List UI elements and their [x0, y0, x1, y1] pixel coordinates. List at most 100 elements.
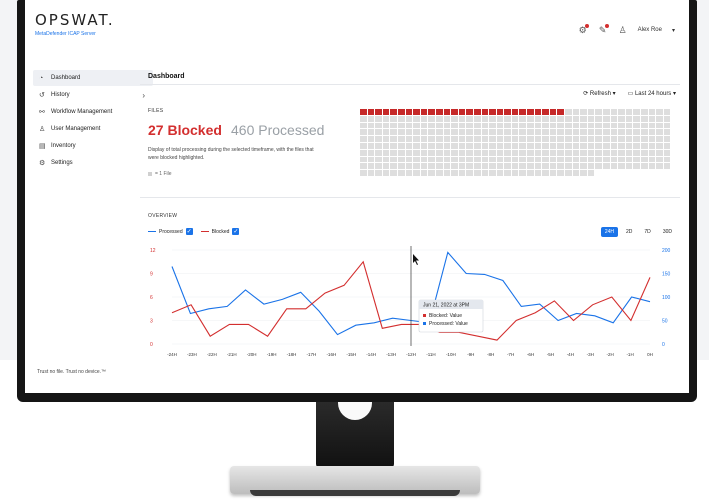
right-tick-label: 150: [662, 272, 671, 278]
x-tick-label: -18H: [287, 352, 297, 357]
file-cell: [565, 109, 572, 115]
file-cell: [496, 142, 504, 149]
file-cell: [420, 149, 428, 156]
file-cell: [420, 163, 428, 170]
notification-icon[interactable]: ⚙: [578, 24, 589, 35]
file-cell: [610, 156, 618, 163]
file-cell: [610, 136, 618, 142]
file-cell: [496, 129, 504, 136]
file-cell: [443, 115, 451, 122]
file-cell: [557, 122, 565, 129]
file-cell: [549, 156, 557, 163]
sidebar-item-inventory[interactable]: ▤ Inventory: [33, 138, 153, 154]
filter-2d-button[interactable]: 2D: [622, 227, 636, 237]
file-cell: [428, 149, 435, 156]
file-cell: [519, 149, 527, 156]
file-cell: [625, 142, 633, 149]
file-cell: [542, 142, 549, 149]
mouse-cursor-icon: [413, 254, 419, 265]
blocked-checkbox[interactable]: ✓: [232, 228, 240, 235]
file-cell: [504, 122, 511, 129]
file-cell: [519, 156, 527, 163]
file-cell: [420, 129, 428, 136]
file-cell: [519, 170, 527, 176]
file-cell: [565, 170, 572, 176]
filter-7d-button[interactable]: 7D: [640, 227, 654, 237]
file-cell: [504, 142, 511, 149]
file-cell: [390, 163, 397, 170]
sidebar-item-label: Inventory: [51, 143, 76, 149]
file-cell: [397, 170, 405, 176]
file-cell: [367, 122, 375, 129]
file-cell: [587, 122, 595, 129]
file-cell: [420, 170, 428, 176]
x-tick-label: 0H: [647, 352, 653, 357]
file-cell: [565, 136, 572, 142]
file-cell: [375, 163, 382, 170]
filter-30d-button[interactable]: 30D: [659, 227, 676, 237]
alert-icon[interactable]: ✎: [598, 24, 609, 35]
file-cell: [451, 163, 458, 170]
user-menu-caret[interactable]: ▾: [672, 27, 675, 34]
file-cell: [360, 115, 367, 122]
file-cell: [435, 115, 443, 122]
file-cell: [451, 149, 458, 156]
file-cell: [360, 163, 367, 170]
file-cell: [397, 142, 405, 149]
sidebar-item-history[interactable]: ↺ History ›: [33, 87, 153, 103]
sidebar-item-dashboard[interactable]: ◔ Dashboard: [33, 70, 153, 86]
file-cell: [656, 122, 663, 129]
file-cell: [451, 170, 458, 176]
tooltip-blocked-swatch: [423, 314, 426, 317]
file-cell: [633, 149, 640, 156]
file-cell: [625, 149, 633, 156]
file-cell: [603, 163, 610, 170]
file-cell: [375, 156, 382, 163]
file-cell: [496, 170, 504, 176]
blocked-file-cell: [519, 109, 527, 115]
file-cell: [473, 163, 481, 170]
file-cell: [443, 163, 451, 170]
file-cell: [496, 122, 504, 129]
filter-24h-button[interactable]: 24H: [600, 227, 618, 237]
file-cell: [663, 136, 671, 142]
file-cell: [603, 156, 610, 163]
file-cell: [565, 122, 572, 129]
left-tick-label: 6: [150, 295, 153, 301]
tooltip-date: Jun 21, 2022 at 3PM: [423, 303, 469, 309]
left-tick-label: 3: [150, 319, 153, 325]
file-cell: [428, 156, 435, 163]
file-cell: [382, 156, 390, 163]
sidebar-item-label: Dashboard: [51, 75, 81, 81]
user-name[interactable]: Alex Roe: [638, 27, 662, 33]
sidebar-item-users[interactable]: ♙ User Management: [33, 121, 153, 137]
sidebar-item-settings[interactable]: ⚙ Settings: [33, 155, 153, 171]
file-cell: [367, 163, 375, 170]
file-cell: [527, 156, 534, 163]
product-name[interactable]: MetaDefender ICAP Server: [35, 31, 96, 37]
file-cell: [618, 149, 625, 156]
file-cell: [428, 122, 435, 129]
legend-processed[interactable]: Processed ✓: [148, 228, 193, 235]
file-cell: [580, 156, 587, 163]
legend-blocked[interactable]: Blocked ✓: [200, 228, 240, 235]
file-cell: [565, 142, 572, 149]
time-range-select[interactable]: ▭ Last 24 hours ▾: [628, 90, 676, 97]
processed-checkbox[interactable]: ✓: [185, 228, 193, 235]
file-cell: [527, 142, 534, 149]
x-tick-label: -19H: [267, 352, 277, 357]
refresh-button[interactable]: ⟳ Refresh ▾: [583, 90, 615, 97]
file-cell: [405, 129, 413, 136]
x-tick-label: -17H: [307, 352, 317, 357]
chevron-right-icon: ›: [142, 90, 145, 100]
file-cell: [451, 156, 458, 163]
file-cell: [473, 142, 481, 149]
file-cell: [435, 156, 443, 163]
file-cell: [572, 136, 580, 142]
file-cell: [367, 129, 375, 136]
sidebar-item-workflow[interactable]: ⚯ Workflow Management: [33, 104, 153, 120]
right-tick-label: 50: [662, 319, 668, 325]
file-cell: [640, 109, 648, 115]
file-cell: [618, 109, 625, 115]
file-cell: [587, 156, 595, 163]
